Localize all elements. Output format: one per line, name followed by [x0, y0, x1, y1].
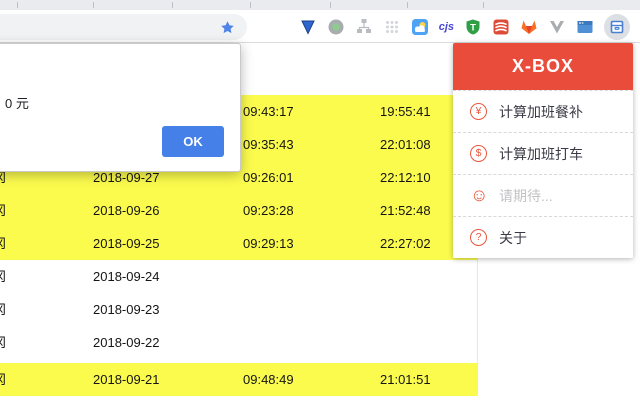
table-row: 冈 2018-09-22 [0, 326, 477, 359]
app-window-icon[interactable] [576, 18, 594, 36]
menu-item-about[interactable]: ? 关于 [453, 216, 633, 258]
cell-date: 2018-09-21 [93, 363, 160, 396]
menu-item-coming-soon[interactable]: ☺ 请期待... [453, 174, 633, 216]
xbox-popup-title: X-BOX [453, 43, 633, 90]
cell-checkout: 19:55:41 [380, 95, 431, 128]
cell-checkin: 09:35:43 [243, 128, 294, 161]
todoist-waves-icon[interactable] [492, 18, 510, 36]
yuan-circle-icon: ¥ [470, 103, 487, 120]
tab-separator [17, 2, 18, 8]
cell-name: 冈 [0, 227, 13, 260]
menu-item-label: 关于 [499, 228, 527, 248]
cell-checkin: 09:43:17 [243, 95, 294, 128]
browser-toolbar: cjs T [0, 10, 640, 43]
table-row: 冈 2018-09-26 09:23:28 21:52:48 [0, 194, 477, 227]
cjs-extension-icon[interactable]: cjs [439, 18, 454, 36]
tab-separator [172, 2, 173, 8]
tab-separator [407, 2, 408, 8]
cell-date: 2018-09-24 [93, 260, 160, 293]
cell-name: 冈 [0, 293, 13, 326]
address-bar[interactable] [0, 14, 247, 40]
weather-icon[interactable] [411, 18, 429, 36]
table-row: 冈 2018-09-23 [0, 293, 477, 326]
apps-grid-icon[interactable] [383, 18, 401, 36]
question-circle-icon: ? [470, 229, 487, 246]
table-row: 冈 2018-09-21 09:48:49 21:01:51 [0, 363, 477, 396]
menu-item-taxi[interactable]: $ 计算加班打车 [453, 132, 633, 174]
cell-checkin: 09:26:01 [243, 161, 294, 194]
dollar-circle-icon: $ [470, 145, 487, 162]
recorder-dot-icon[interactable] [327, 18, 345, 36]
xbox-archive-icon [609, 19, 625, 35]
cell-name: 冈 [0, 326, 13, 359]
table-row: 冈 2018-09-25 09:29:13 22:27:02 [0, 227, 477, 260]
extension-icons-row: cjs T [299, 10, 630, 43]
tab-separator [250, 2, 251, 8]
tab-separator [93, 2, 94, 8]
table-row: 冈 2018-09-24 [0, 260, 477, 293]
smiley-circle-icon: ☺ [470, 187, 487, 204]
sitemap-icon[interactable] [355, 18, 373, 36]
menu-item-meal-allowance[interactable]: ¥ 计算加班餐补 [453, 90, 633, 132]
cell-checkout: 22:12:10 [380, 161, 431, 194]
alert-dialog: 0 元 OK [0, 43, 241, 172]
shield-t-icon[interactable]: T [464, 18, 482, 36]
cell-name: 冈 [0, 363, 13, 396]
cell-name: 冈 [0, 194, 13, 227]
tab-strip[interactable] [0, 0, 640, 10]
xbox-extension-active-button[interactable] [604, 14, 630, 40]
cell-checkin: 09:29:13 [243, 227, 294, 260]
cell-date: 2018-09-25 [93, 227, 160, 260]
cell-name: 冈 [0, 260, 13, 293]
menu-item-label: 计算加班餐补 [499, 102, 583, 122]
svg-text:T: T [470, 22, 476, 33]
alert-message: 0 元 [5, 93, 29, 112]
menu-item-label: 请期待... [499, 186, 553, 206]
bookmark-star-icon[interactable] [220, 20, 235, 35]
cell-checkin: 09:23:28 [243, 194, 294, 227]
xbox-popup: X-BOX ¥ 计算加班餐补 $ 计算加班打车 ☺ 请期待... ? 关于 [453, 43, 633, 258]
menu-item-label: 计算加班打车 [499, 144, 583, 164]
cell-checkout: 22:01:08 [380, 128, 431, 161]
browser-window: cjs T [0, 0, 640, 400]
cell-checkout: 21:01:51 [380, 363, 431, 396]
gitlab-fox-icon[interactable] [520, 18, 538, 36]
cell-checkin: 09:48:49 [243, 363, 294, 396]
cell-date: 2018-09-26 [93, 194, 160, 227]
cell-date: 2018-09-22 [93, 326, 160, 359]
cell-checkout: 22:27:02 [380, 227, 431, 260]
cell-checkout: 21:52:48 [380, 194, 431, 227]
vue-chevron-icon[interactable] [548, 18, 566, 36]
tab-separator [330, 2, 331, 8]
tab-separator [483, 2, 484, 8]
ok-button[interactable]: OK [162, 126, 224, 157]
vimium-v-icon[interactable] [299, 18, 317, 36]
cell-date: 2018-09-23 [93, 293, 160, 326]
